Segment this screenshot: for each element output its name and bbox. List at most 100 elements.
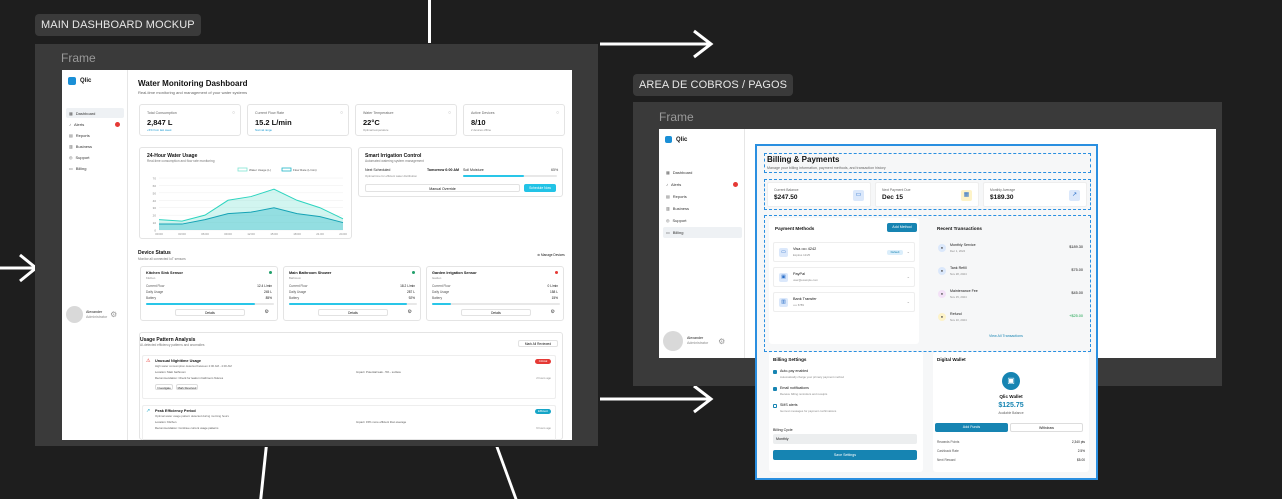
- manage-devices-button[interactable]: ⚙ Manage Devices: [534, 252, 568, 259]
- brand-name: Qlic: [676, 136, 688, 143]
- brand-logo-billing[interactable]: Qlic: [665, 136, 687, 143]
- setting-checkbox[interactable]: [773, 370, 777, 374]
- manual-override-button[interactable]: Manual Override: [365, 184, 520, 192]
- device-settings-gear-icon[interactable]: ⚙: [408, 309, 412, 315]
- withdraw-button[interactable]: Withdraw: [1010, 423, 1083, 432]
- stat-label: Total Consumption: [147, 111, 177, 115]
- pattern-impact: Impact: Potential leak - 5% - surface: [356, 370, 401, 374]
- transaction-row: ● Refund Nov 10, 2024 +$25.00: [935, 309, 1085, 327]
- setting-sub: Automatically charge your primary paymen…: [780, 375, 844, 379]
- mark-resolved-button[interactable]: Mark Resolved: [176, 384, 198, 390]
- chevron-down-icon[interactable]: ⌄: [907, 249, 910, 254]
- sidebar-item-billing[interactable]: ▭ Billing: [663, 227, 742, 238]
- transaction-icon: ●: [938, 267, 946, 275]
- wallet-row-label: Next Reward: [937, 458, 956, 462]
- card-icon: ▭: [779, 248, 788, 257]
- sidebar-billing: Qlic ▦ Dashboard ♪ Alerts ▤ Reports ▥ Business ◎…: [659, 129, 745, 358]
- stat-icon: ○: [231, 110, 235, 116]
- save-settings-button[interactable]: Save Settings: [773, 450, 917, 460]
- add-funds-button[interactable]: Add Funds: [935, 423, 1008, 432]
- setting-checkbox[interactable]: [773, 404, 777, 408]
- battery-fill: [146, 303, 255, 305]
- next-scheduled-label: Next Scheduled: [365, 168, 391, 172]
- x-tick-label: 15:00: [270, 232, 278, 236]
- payment-method-item[interactable]: ▣ PayPal user@example.com ⌄: [773, 267, 915, 287]
- setting-checkbox[interactable]: [773, 387, 777, 391]
- sidebar-item-label: Dashboard: [75, 110, 96, 116]
- bell-icon: ♪: [666, 182, 668, 187]
- chevron-down-icon[interactable]: ⌄: [907, 299, 910, 304]
- device-location: Kitchen: [146, 276, 156, 280]
- x-tick-label: 09:00: [224, 232, 232, 236]
- setting-sub: Receive billing reminders and receipts: [780, 392, 828, 396]
- wallet-icon: ▣: [779, 273, 788, 282]
- billing-cycle-select[interactable]: Monthly: [773, 434, 917, 444]
- device-settings-gear-icon[interactable]: ⚙: [551, 309, 555, 315]
- logo-icon: [68, 77, 76, 85]
- bank-icon: ▥: [779, 298, 788, 307]
- legend-label: Water Usage (L): [249, 168, 271, 172]
- device-details-button[interactable]: Details: [175, 309, 245, 316]
- device-metric-value: 18.2 L/min: [400, 284, 415, 288]
- wallet-row-value: 2.5%: [1077, 449, 1085, 453]
- payment-method-item[interactable]: ▥ Bank Transfer •••• 6789 ⌄: [773, 292, 915, 312]
- stat-label: Active Devices: [471, 111, 495, 115]
- alerts-count-badge: [733, 182, 738, 187]
- sidebar-item-reports[interactable]: ▤ Reports: [66, 130, 124, 140]
- sidebar-item-alerts[interactable]: ♪ Alerts: [663, 179, 742, 190]
- pattern-desc: High water consumption detected between …: [155, 364, 232, 368]
- payment-method-item[interactable]: ▭ Visa •••• 4242 Expires 12/25 Default ⌄: [773, 242, 915, 262]
- user-profile[interactable]: Alexander Administrator ⚙: [66, 306, 117, 323]
- sidebar-item-label: Alerts: [74, 121, 85, 127]
- add-method-button[interactable]: Add Method: [887, 223, 917, 232]
- sidebar-item-dashboard[interactable]: ▦ Dashboard: [66, 108, 124, 118]
- arrow-right-left-icon: [0, 253, 39, 283]
- chevron-down-icon[interactable]: ⌄: [907, 274, 910, 279]
- transaction-icon: ●: [938, 290, 946, 298]
- avatar: [663, 331, 683, 351]
- sidebar-item-reports[interactable]: ▤ Reports: [663, 191, 742, 202]
- user-profile-billing[interactable]: Alexander Administrator ⚙: [663, 331, 725, 351]
- pattern-tag: Critical: [535, 359, 551, 364]
- x-tick-label: 00:00: [155, 232, 163, 236]
- brand-logo[interactable]: Qlic: [68, 77, 91, 85]
- settings-gear-icon[interactable]: ⚙: [718, 337, 725, 346]
- billing-area-label[interactable]: AREA DE COBROS / PAGOS: [633, 74, 794, 96]
- device-metric-label: Current Flow: [146, 284, 165, 288]
- sidebar-item-support[interactable]: ◎ Support: [663, 215, 742, 226]
- stat-icon: ○: [339, 110, 343, 116]
- device-details-button[interactable]: Details: [461, 309, 531, 316]
- legend-label: Flow Rate (L/min): [293, 168, 317, 172]
- main-mockup-label[interactable]: MAIN DASHBOARD MOCKUP: [35, 14, 201, 36]
- mark-all-reviewed-button[interactable]: Mark All Reviewed: [518, 340, 558, 347]
- schedule-now-button[interactable]: Schedule Now: [524, 184, 556, 192]
- device-metric-value: 12.4 L/min: [257, 284, 272, 288]
- pattern-title: Peak Efficiency Period: [155, 409, 196, 413]
- wallet-row-value: 2,340 pts: [1071, 440, 1085, 444]
- stat-card: Water Temperature 22°C Optimal temperature…: [355, 104, 457, 136]
- investigate-button[interactable]: Investigate: [155, 384, 173, 390]
- device-metric-value: 0 L/min: [547, 284, 558, 288]
- sidebar-item-alerts[interactable]: ♪ Alerts: [66, 119, 124, 129]
- stat-value: 2,847 L: [147, 118, 173, 127]
- view-all-transactions-link[interactable]: View All Transactions: [989, 334, 1023, 338]
- settings-gear-icon[interactable]: ⚙: [110, 310, 117, 319]
- connector-top: [428, 0, 431, 43]
- next-scheduled-value: Tomorrow 6:00 AM: [427, 168, 459, 172]
- billing-stat-card: Current Balance $247.50 ▭: [767, 182, 871, 207]
- sidebar-nav-billing: ▦ Dashboard ♪ Alerts ▤ Reports ▥ Business ◎ Suppo…: [663, 167, 742, 239]
- device-settings-gear-icon[interactable]: ⚙: [265, 309, 269, 315]
- device-metric-value: 158 L: [550, 290, 558, 294]
- sidebar-item-dashboard[interactable]: ▦ Dashboard: [663, 167, 742, 178]
- device-status-dot: [412, 271, 415, 274]
- sidebar-item-business[interactable]: ▥ Business: [663, 203, 742, 214]
- payment-method-name: Visa •••• 4242: [793, 247, 817, 251]
- device-details-button[interactable]: Details: [318, 309, 388, 316]
- sidebar-item-billing[interactable]: ▭ Billing: [66, 163, 124, 173]
- arrow-right-top-icon: [600, 29, 714, 59]
- sidebar-item-support[interactable]: ◎ Support: [66, 152, 124, 162]
- sidebar-item-label: Billing: [75, 165, 87, 171]
- sidebar-item-business[interactable]: ▥ Business: [66, 141, 124, 151]
- wallet-row-value: $5.00: [1077, 458, 1085, 462]
- avatar: [66, 306, 83, 323]
